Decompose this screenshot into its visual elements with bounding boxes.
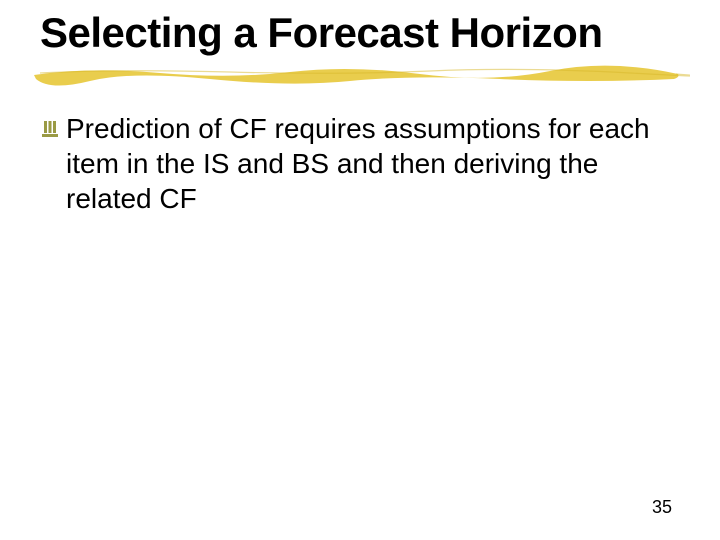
list-item: Prediction of CF requires assumptions fo… bbox=[40, 111, 680, 216]
brush-underline-icon bbox=[30, 61, 690, 87]
slide-title: Selecting a Forecast Horizon bbox=[40, 10, 680, 55]
bullet-list: Prediction of CF requires assumptions fo… bbox=[40, 111, 680, 216]
list-item-text: Prediction of CF requires assumptions fo… bbox=[66, 111, 680, 216]
dingbat-bullet-icon bbox=[40, 115, 64, 143]
title-underline bbox=[40, 67, 680, 87]
slide: Selecting a Forecast Horizon Prediction … bbox=[0, 0, 720, 540]
page-number: 35 bbox=[652, 497, 672, 518]
